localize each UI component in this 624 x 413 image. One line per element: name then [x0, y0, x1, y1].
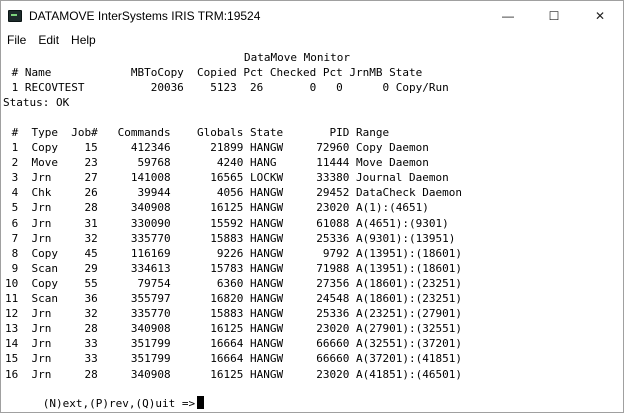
table-row: 6 Jrn 31 330090 15592 HANGW 61088 A(4651… [5, 216, 449, 230]
table-row: 9 Scan 29 334613 15783 HANGW 71988 A(139… [5, 261, 462, 275]
table-row: 14 Jrn 33 351799 16664 HANGW 66660 A(325… [5, 337, 462, 351]
window-title: DATAMOVE InterSystems IRIS TRM:19524 [29, 9, 261, 23]
close-button[interactable]: ✕ [577, 1, 623, 31]
table-row: 7 Jrn 32 335770 15883 HANGW 25336 A(9301… [5, 231, 456, 245]
summary-header: # Name MBToCopy Copied Pct Checked Pct J… [5, 66, 423, 79]
command-prompt[interactable]: (N)ext,(P)rev,(Q)uit => [3, 381, 205, 410]
table-row: 3 Jrn 27 141008 16565 LOCKW 33380 Journa… [5, 171, 449, 185]
status-line: Status: OK [3, 96, 70, 109]
table-header: # Type Job# Commands Globals State PID R… [5, 126, 390, 139]
summary-row: 1 RECOVTEST 20036 5123 26 0 0 0 Copy/Run [5, 81, 449, 94]
table-row: 2 Move 23 59768 4240 HANG 11444 Move Dae… [5, 156, 429, 170]
monitor-title: DataMove Monitor [244, 51, 350, 64]
text-cursor [197, 396, 205, 409]
table-row: 16 Jrn 28 340908 16125 HANGW 23020 A(418… [5, 367, 462, 381]
table-row: 11 Scan 36 355797 16820 HANGW 24548 A(18… [5, 292, 462, 305]
table-row: 15 Jrn 33 351799 16664 HANGW 66660 A(372… [5, 352, 462, 366]
table-row: 13 Jrn 28 340908 16125 HANGW 23020 A(279… [5, 322, 462, 336]
prompt-text: (N)ext,(P)rev,(Q)uit => [42, 397, 196, 410]
terminal-app-icon [8, 10, 22, 22]
table-row: 4 Chk 26 39944 4056 HANGW 29452 DataChec… [5, 186, 462, 200]
table-row: 8 Copy 45 116169 9226 HANGW 9792 A(13951… [5, 246, 462, 260]
minimize-button[interactable]: — [485, 1, 531, 31]
table-row: 10 Copy 55 79754 6360 HANGW 27356 A(1860… [5, 276, 462, 290]
maximize-button[interactable]: ☐ [531, 1, 577, 31]
terminal-window: DATAMOVE InterSystems IRIS TRM:19524 — ☐… [0, 0, 624, 413]
table-row: 1 Copy 15 412346 21899 HANGW 72960 Copy … [5, 141, 429, 154]
table-row: 12 Jrn 32 335770 15883 HANGW 25336 A(232… [5, 307, 462, 321]
menu-help[interactable]: Help [71, 33, 96, 47]
menu-bar: File Edit Help [1, 31, 623, 49]
menu-edit[interactable]: Edit [38, 33, 59, 47]
window-controls: — ☐ ✕ [485, 1, 623, 31]
menu-file[interactable]: File [7, 33, 26, 47]
table-row: 5 Jrn 28 340908 16125 HANGW 23020 A(1):(… [5, 201, 429, 215]
title-bar[interactable]: DATAMOVE InterSystems IRIS TRM:19524 — ☐… [1, 1, 623, 31]
terminal-screen[interactable]: DataMove Monitor # Name MBToCopy Copied … [1, 50, 623, 412]
